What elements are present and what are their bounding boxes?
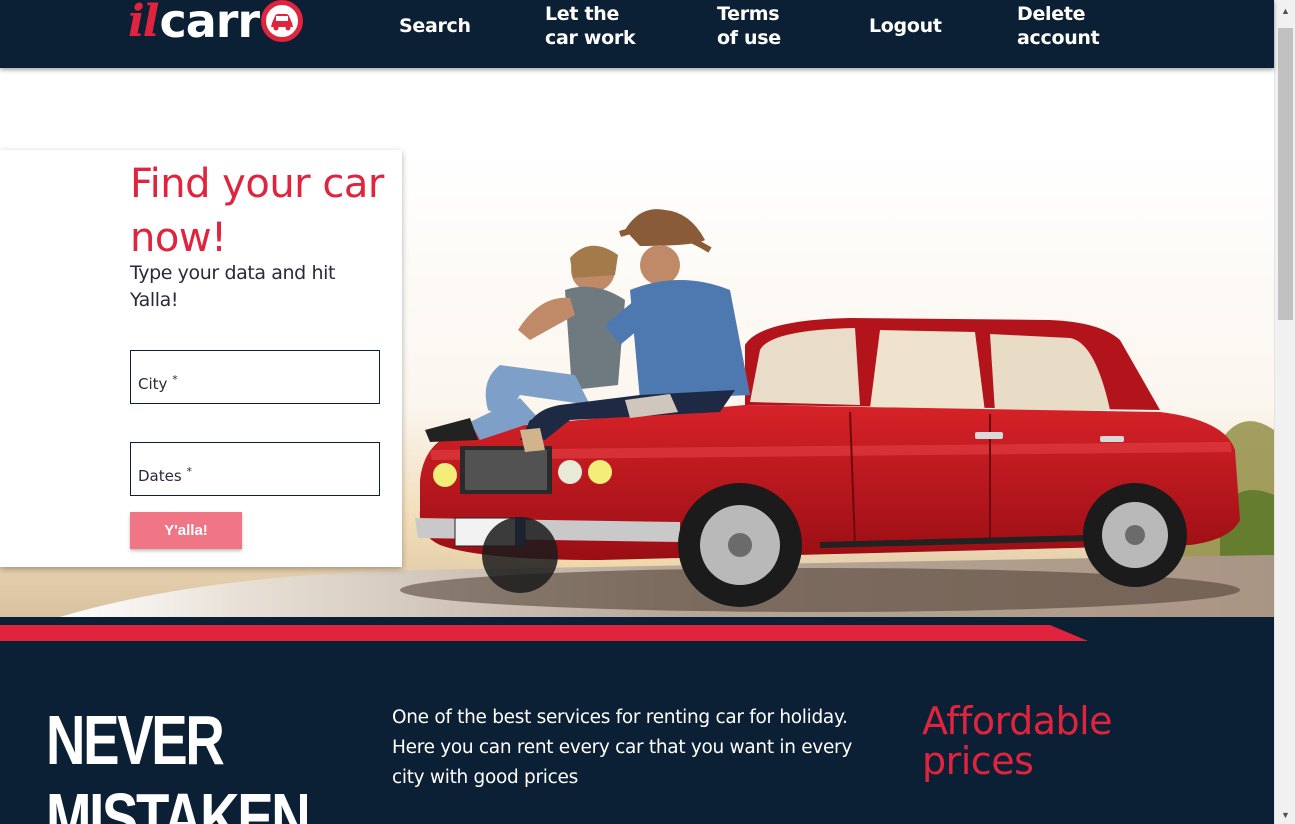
page-scrollbar[interactable]: ▲ ▼ [1274,0,1295,824]
dates-label: Dates * [138,465,192,485]
nav-search-label: Search [399,15,471,37]
dates-required-mark: * [186,465,192,478]
nav-let-the-car-work[interactable]: Let the car work [545,2,636,50]
nav-let-the-car-work-line2: car work [545,27,636,49]
red-accent-stripe [0,625,1088,641]
affordable-prices-heading: Affordable prices [922,699,1113,783]
search-form-title-line2: now! [130,215,227,261]
slogan-line2: MISTAKEN [46,779,311,824]
nav-let-the-car-work-line1: Let the [545,3,620,25]
yalla-submit-button[interactable]: Y'alla! [130,512,242,549]
city-input[interactable]: City * [130,350,380,404]
slogan-line1: NEVER [46,701,225,779]
ilcarro-logo[interactable]: il carr [128,0,304,48]
nav-delete-line1: Delete [1017,3,1086,25]
nav-delete-line2: account [1017,27,1100,49]
logo-il-text: il [128,0,159,47]
nav-terms-line2: of use [717,27,781,49]
scrollbar-thumb[interactable] [1278,28,1293,320]
search-form-title-line1: Find your car [130,161,384,207]
nav-terms-of-use[interactable]: Terms of use [717,2,781,50]
nav-logout[interactable]: Logout [869,14,942,38]
city-label-text: City [138,375,168,393]
dates-input[interactable]: Dates * [130,442,380,496]
info-section: NEVER MISTAKEN One of the best services … [0,617,1274,824]
nav-logout-label: Logout [869,15,942,37]
dates-label-text: Dates [138,467,182,485]
search-form-card: Find your car now! Type your data and hi… [0,150,402,567]
top-navbar: il carr Search Let the car work Terms of… [0,0,1274,68]
affordable-prices-line1: Affordable [922,699,1113,743]
slogan-never-mistaken: NEVER MISTAKEN [46,701,311,824]
city-required-mark: * [172,373,178,386]
logo-carr-text: carr [159,0,260,48]
search-form-subtitle: Type your data and hit Yalla! [130,262,336,311]
scroll-down-icon[interactable]: ▼ [1275,807,1295,824]
car-icon [261,0,304,42]
affordable-prices-line2: prices [922,739,1034,783]
city-label: City * [138,373,178,393]
scroll-up-icon[interactable]: ▲ [1275,3,1295,20]
nav-delete-account[interactable]: Delete account [1017,2,1100,50]
service-description: One of the best services for renting car… [392,707,852,788]
nav-terms-line1: Terms [717,3,780,25]
nav-search[interactable]: Search [399,14,471,38]
search-form-title: Find your car now! [130,157,390,265]
